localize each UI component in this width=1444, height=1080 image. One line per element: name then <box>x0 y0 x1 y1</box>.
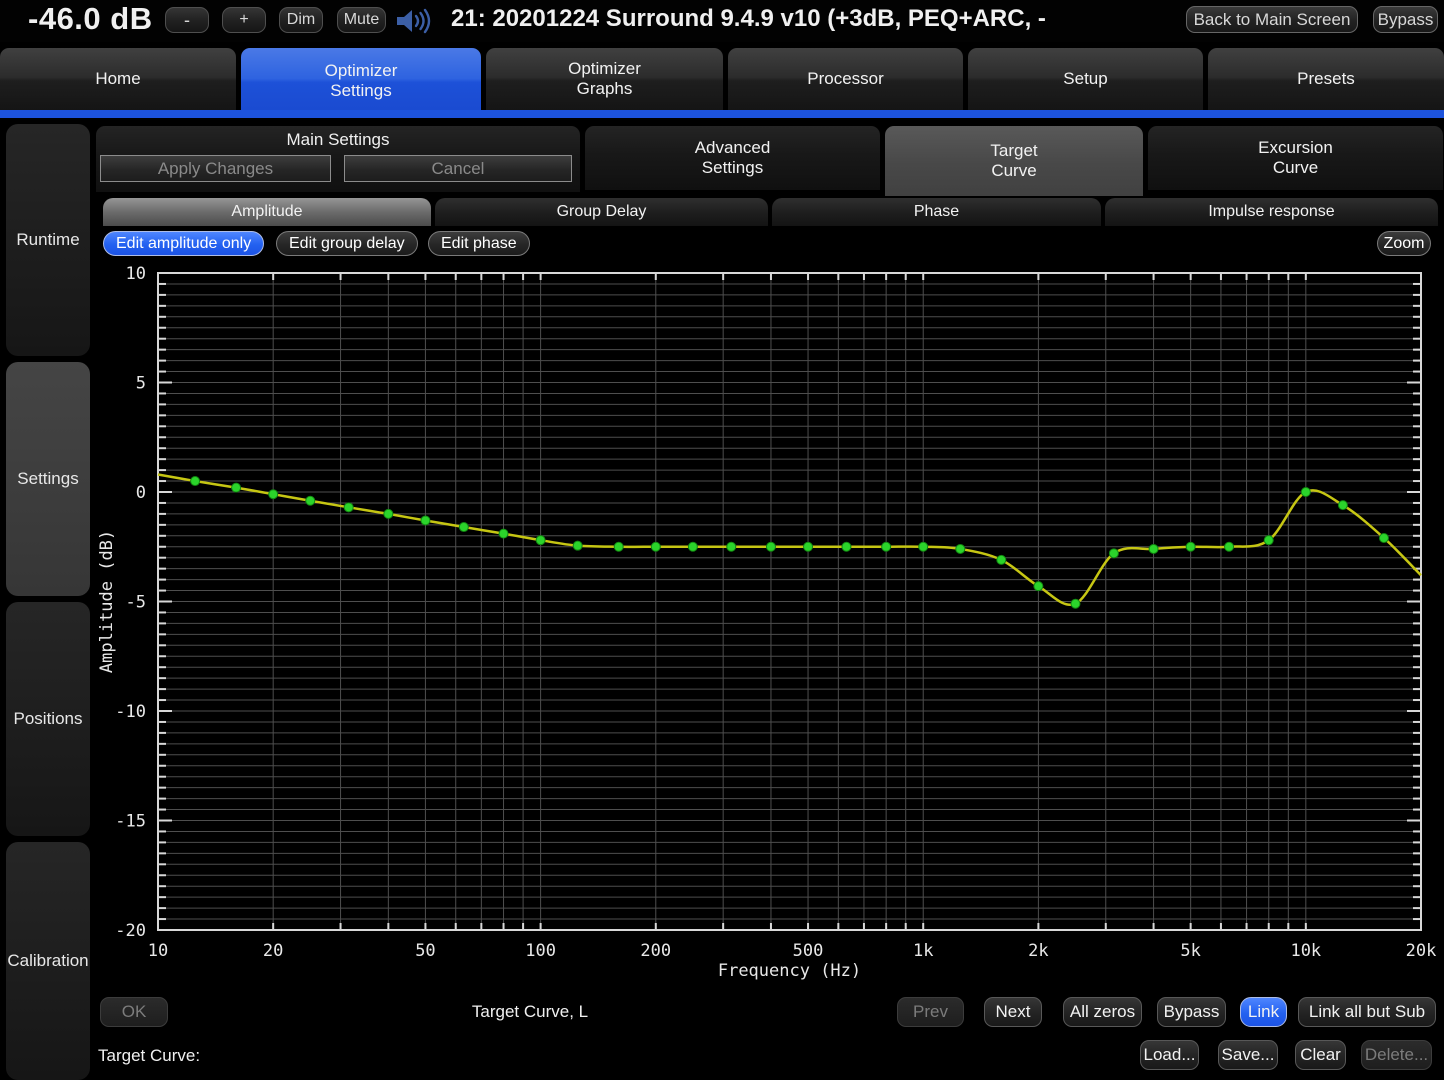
main-settings-title: Main Settings <box>96 130 580 150</box>
active-tab-indicator-bar <box>0 110 1444 118</box>
current-curve-label: Target Curve, L <box>460 1002 600 1022</box>
svg-text:5: 5 <box>136 374 146 394</box>
dim-button[interactable]: Dim <box>279 7 323 33</box>
sidebar-item-settings[interactable]: Settings <box>6 362 90 596</box>
tab-processor[interactable]: Processor <box>728 48 963 110</box>
ok-button[interactable]: OK <box>100 997 168 1027</box>
bypass-curve-button[interactable]: Bypass <box>1157 997 1226 1027</box>
svg-text:Frequency (Hz): Frequency (Hz) <box>718 961 861 981</box>
svg-text:10: 10 <box>126 264 146 284</box>
tab-phase[interactable]: Phase <box>772 198 1101 226</box>
edit-amplitude-only-button[interactable]: Edit amplitude only <box>103 231 264 256</box>
tab-excursion-curve[interactable]: Excursion Curve <box>1148 126 1443 190</box>
tab-setup[interactable]: Setup <box>968 48 1203 110</box>
tab-target-curve[interactable]: Target Curve <box>885 126 1143 196</box>
volume-up-button[interactable]: + <box>222 7 266 33</box>
svg-text:-20: -20 <box>115 921 146 941</box>
target-curve-field-label: Target Curve: <box>98 1046 200 1066</box>
tab-advanced-settings[interactable]: Advanced Settings <box>585 126 880 190</box>
top-bar: -46.0 dB - + Dim Mute 21: 20201224 Surro… <box>0 0 1444 42</box>
tab-impulse-response[interactable]: Impulse response <box>1105 198 1438 226</box>
main-settings-panel[interactable]: Main Settings Apply Changes Cancel <box>96 126 580 192</box>
link-button[interactable]: Link <box>1240 997 1287 1027</box>
svg-text:10k: 10k <box>1290 941 1321 961</box>
mute-button[interactable]: Mute <box>337 7 386 33</box>
svg-text:50: 50 <box>415 941 435 961</box>
volume-down-button[interactable]: - <box>165 7 209 33</box>
preset-title: 21: 20201224 Surround 9.4.9 v10 (+3dB, P… <box>451 5 1046 33</box>
svg-text:-5: -5 <box>126 593 146 613</box>
delete-button[interactable]: Delete... <box>1361 1040 1432 1070</box>
app-window: -46.0 dB - + Dim Mute 21: 20201224 Surro… <box>0 0 1444 1080</box>
sidebar-item-calibration[interactable]: Calibration <box>6 842 90 1080</box>
save-button[interactable]: Save... <box>1218 1040 1278 1070</box>
svg-text:-10: -10 <box>115 702 146 722</box>
edit-phase-button[interactable]: Edit phase <box>428 231 530 256</box>
svg-text:10: 10 <box>148 941 168 961</box>
svg-text:1k: 1k <box>913 941 933 961</box>
sidebar-item-positions[interactable]: Positions <box>6 602 90 836</box>
svg-text:Amplitude (dB): Amplitude (dB) <box>97 530 117 673</box>
svg-text:100: 100 <box>525 941 556 961</box>
target-curve-editor[interactable]: 1050-5-10-15-201020501002005001k2k5k10k2… <box>95 258 1444 986</box>
all-zeros-button[interactable]: All zeros <box>1063 997 1142 1027</box>
cancel-button[interactable]: Cancel <box>344 155 572 182</box>
svg-text:5k: 5k <box>1180 941 1200 961</box>
tab-optimizer-settings[interactable]: Optimizer Settings <box>241 48 481 113</box>
tab-optimizer-graphs[interactable]: Optimizer Graphs <box>486 48 723 110</box>
svg-text:2k: 2k <box>1028 941 1048 961</box>
link-all-but-sub-button[interactable]: Link all but Sub <box>1298 997 1436 1027</box>
prev-button[interactable]: Prev <box>897 997 964 1027</box>
speaker-icon <box>395 7 433 40</box>
apply-changes-button[interactable]: Apply Changes <box>100 155 331 182</box>
tab-home[interactable]: Home <box>0 48 236 110</box>
back-to-main-screen-button[interactable]: Back to Main Screen <box>1186 6 1358 33</box>
tab-presets[interactable]: Presets <box>1208 48 1444 110</box>
target-curve-chart[interactable]: 1050-5-10-15-201020501002005001k2k5k10k2… <box>95 258 1444 986</box>
svg-text:20: 20 <box>263 941 283 961</box>
volume-display: -46.0 dB <box>28 1 153 37</box>
clear-button[interactable]: Clear <box>1295 1040 1346 1070</box>
bypass-top-button[interactable]: Bypass <box>1373 6 1438 33</box>
load-button[interactable]: Load... <box>1140 1040 1199 1070</box>
tab-amplitude[interactable]: Amplitude <box>103 198 431 226</box>
svg-text:-15: -15 <box>115 812 146 832</box>
zoom-button[interactable]: Zoom <box>1377 231 1431 256</box>
svg-text:500: 500 <box>793 941 824 961</box>
svg-text:200: 200 <box>640 941 671 961</box>
edit-group-delay-button[interactable]: Edit group delay <box>276 231 418 256</box>
svg-text:0: 0 <box>136 483 146 503</box>
tab-group-delay[interactable]: Group Delay <box>435 198 768 226</box>
svg-text:20k: 20k <box>1406 941 1437 961</box>
sidebar-item-runtime[interactable]: Runtime <box>6 124 90 356</box>
next-button[interactable]: Next <box>984 997 1042 1027</box>
